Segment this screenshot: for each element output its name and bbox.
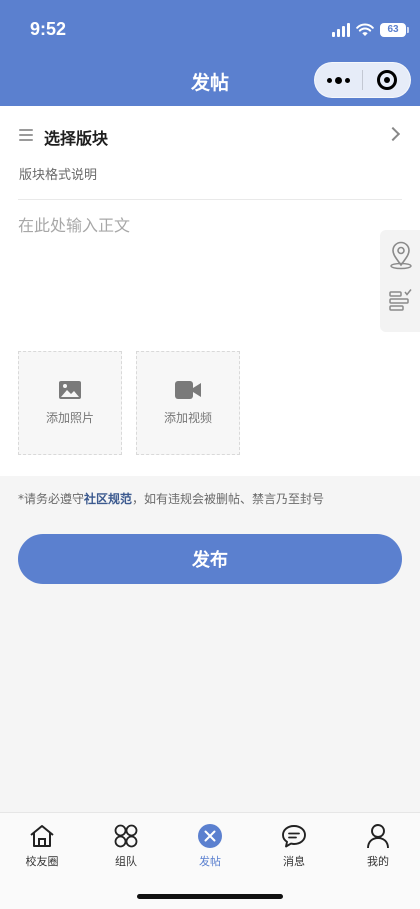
add-video-button[interactable]: 添加视频 <box>136 351 240 455</box>
tab-label: 校友圈 <box>25 855 59 868</box>
select-section-label: 选择版块 <box>44 129 109 148</box>
tab-alumni-circle[interactable]: 校友圈 <box>12 823 72 879</box>
battery-icon: 63 <box>380 23 409 37</box>
more-icon <box>327 76 350 84</box>
signal-icon <box>332 23 350 37</box>
video-camera-icon <box>175 380 201 399</box>
add-photo-label: 添加照片 <box>45 410 94 425</box>
tab-post[interactable]: 发帖 <box>180 823 240 879</box>
wifi-icon <box>356 23 374 36</box>
close-mini-program-button[interactable] <box>363 63 410 97</box>
community-rules-link[interactable]: 社区规范 <box>84 492 132 506</box>
post-icon <box>198 824 222 848</box>
format-hint-link[interactable]: 版块格式说明 <box>19 164 97 183</box>
side-toolbar <box>380 230 420 332</box>
select-section-row[interactable]: 选择版块 <box>0 120 420 150</box>
image-icon <box>59 380 81 399</box>
menu-icon <box>19 129 33 141</box>
tab-messages[interactable]: 消息 <box>264 823 324 879</box>
mini-program-capsule <box>314 62 411 98</box>
location-button[interactable] <box>388 240 414 270</box>
home-indicator <box>137 894 283 899</box>
tab-label: 发帖 <box>199 855 221 868</box>
clover-icon <box>114 824 138 848</box>
chat-icon <box>282 825 306 848</box>
user-icon <box>367 824 389 849</box>
chevron-right-icon <box>385 126 401 142</box>
format-list-icon <box>389 289 412 311</box>
more-button[interactable] <box>315 63 362 97</box>
tab-me[interactable]: 我的 <box>348 823 408 879</box>
home-icon <box>30 825 54 847</box>
tab-label: 组队 <box>115 855 137 868</box>
location-icon <box>390 241 412 270</box>
target-icon <box>376 70 397 90</box>
community-notice: *请务必遵守社区规范，如有违规会被删帖、禁言乃至封号 <box>18 490 324 507</box>
publish-button[interactable]: 发布 <box>18 534 402 584</box>
notice-suffix: ，如有违规会被删帖、禁言乃至封号 <box>132 492 325 506</box>
post-form: 选择版块 版块格式说明 添加照片 <box>0 106 420 476</box>
divider <box>18 199 402 200</box>
tab-label: 我的 <box>367 855 389 868</box>
tab-team[interactable]: 组队 <box>96 823 156 879</box>
add-photo-button[interactable]: 添加照片 <box>18 351 122 455</box>
status-icons: 63 <box>332 20 409 40</box>
status-time: 9:52 <box>30 19 67 39</box>
add-video-label: 添加视频 <box>163 410 212 425</box>
app-header: 9:52 63 发帖 <box>0 0 420 106</box>
tab-label: 消息 <box>283 855 305 868</box>
format-button[interactable] <box>388 286 414 316</box>
body-input[interactable] <box>18 212 358 332</box>
notice-prefix: *请务必遵守 <box>18 492 85 506</box>
